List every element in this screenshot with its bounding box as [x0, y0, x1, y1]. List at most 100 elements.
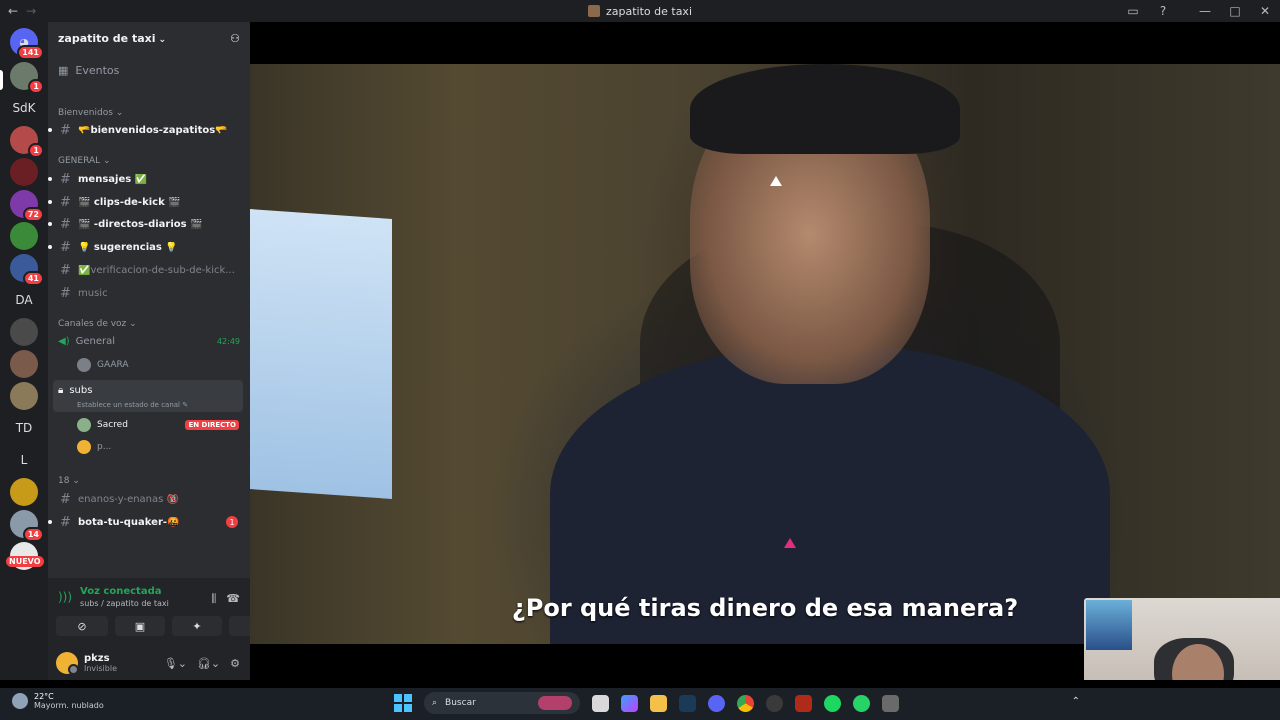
- search-highlight-icon: [538, 696, 572, 710]
- calculator-icon[interactable]: [882, 694, 899, 712]
- microphone-icon[interactable]: 🎙︎⌄: [164, 657, 187, 670]
- server-td[interactable]: TD: [10, 414, 38, 442]
- camera-off-button[interactable]: ⊘: [56, 616, 108, 636]
- copilot-icon[interactable]: [621, 694, 638, 712]
- selected-pill: [0, 70, 3, 90]
- hand-cursor-icon: [770, 176, 782, 186]
- channel-mensajes[interactable]: # mensajes ✅: [48, 169, 244, 189]
- tray-chevron-icon[interactable]: ⌃: [1072, 696, 1080, 707]
- server-avatar[interactable]: 1: [10, 126, 44, 158]
- voice-user-sacred[interactable]: Sacred EN DIRECTO: [77, 418, 239, 432]
- channel-music[interactable]: # music: [48, 283, 244, 303]
- category-welcome[interactable]: Bienvenidos ⌄: [58, 108, 123, 118]
- disconnect-icon[interactable]: ☎: [226, 592, 240, 606]
- dm-badge: 141: [17, 45, 44, 60]
- channel-bienvenidos[interactable]: # 🫳bienvenidos-zapatitos🫳: [48, 120, 244, 140]
- forward-button[interactable]: →: [26, 4, 36, 18]
- chevron-down-icon: ⌄: [158, 34, 167, 45]
- server-avatar[interactable]: [10, 158, 38, 186]
- server-avatar[interactable]: 41: [10, 254, 44, 286]
- server-badge: 72: [22, 207, 44, 222]
- server-sdk[interactable]: SdK: [10, 94, 38, 122]
- help-icon[interactable]: ?: [1148, 0, 1178, 22]
- minimize-button[interactable]: —: [1190, 0, 1220, 22]
- hash-icon: #: [60, 239, 71, 255]
- stream-video[interactable]: ¿Por qué tiras dinero de esa manera?: [250, 64, 1280, 644]
- voice-timer: 42:49: [216, 337, 240, 346]
- home-dm-icon[interactable]: ◕ 141: [10, 28, 44, 60]
- windows-start-icon[interactable]: [394, 694, 412, 712]
- gear-icon[interactable]: ⚙: [230, 657, 240, 670]
- headphones-icon[interactable]: 🎧︎⌄: [197, 657, 220, 670]
- activities-button[interactable]: ✦: [172, 616, 222, 636]
- spotify-icon[interactable]: [824, 694, 841, 712]
- server-l[interactable]: L: [10, 446, 38, 474]
- server-avatar[interactable]: [10, 318, 38, 346]
- poster-in-webcam: [1086, 600, 1132, 650]
- monitor-in-video: [250, 209, 392, 499]
- whatsapp-icon[interactable]: [853, 694, 870, 712]
- obs-icon[interactable]: [766, 694, 783, 712]
- category-voice[interactable]: Canales de voz ⌄: [58, 319, 137, 329]
- server-da[interactable]: DA: [10, 286, 38, 314]
- nav-buttons: ← →: [0, 4, 36, 18]
- channel-enanos[interactable]: # enanos-y-enanas 🔞: [48, 489, 244, 509]
- file-explorer-icon[interactable]: [650, 694, 667, 712]
- invite-icon[interactable]: ⚇: [230, 32, 240, 45]
- task-view-icon[interactable]: [592, 694, 609, 712]
- noise-suppression-icon[interactable]: ⫼: [211, 592, 216, 606]
- taskbar-search[interactable]: ⌕ Buscar: [424, 692, 580, 714]
- server-avatar[interactable]: [10, 382, 38, 410]
- user-avatar[interactable]: [56, 652, 79, 675]
- stream-view[interactable]: ¿Por qué tiras dinero de esa manera?: [250, 22, 1280, 680]
- screen-share-button[interactable]: ▣: [115, 616, 165, 636]
- pointer-cursor-icon: [784, 538, 796, 548]
- weather-widget[interactable]: 22°C Mayorm. nublado: [12, 692, 104, 710]
- channel-status[interactable]: Establece un estado de canal ✎: [77, 401, 188, 409]
- server-avatar[interactable]: [10, 222, 38, 250]
- voice-connection[interactable]: ))) Voz conectada subs / zapatito de tax…: [58, 586, 169, 608]
- maximize-button[interactable]: □: [1220, 0, 1250, 22]
- discord-icon[interactable]: [708, 694, 725, 712]
- steam-icon[interactable]: [679, 694, 696, 712]
- voice-channel-general[interactable]: ◀) General 42:49: [58, 336, 240, 347]
- mention-badge: 1: [226, 516, 238, 528]
- search-icon: ⌕: [432, 698, 438, 708]
- user-status: Invisible: [84, 664, 117, 673]
- channel-verificacion[interactable]: # ✅verificacion-de-sub-de-kick...: [48, 260, 244, 280]
- voice-user-gaara[interactable]: GAARA: [77, 358, 129, 372]
- server-avatar[interactable]: 14: [10, 510, 44, 542]
- channel-directos[interactable]: # 🎬 -directos-diarios 🎬: [48, 214, 244, 234]
- hash-icon: #: [60, 122, 71, 138]
- hash-icon: #: [60, 171, 71, 187]
- close-button[interactable]: ✕: [1250, 0, 1280, 22]
- category-18[interactable]: 18 ⌄: [58, 476, 80, 486]
- weather-desc: Mayorm. nublado: [34, 701, 104, 710]
- back-button[interactable]: ←: [8, 4, 18, 18]
- person-cap: [690, 64, 960, 154]
- hash-icon: #: [60, 262, 71, 278]
- new-badge: NUEVO: [6, 556, 44, 567]
- channel-sugerencias[interactable]: # 💡 sugerencias 💡: [48, 237, 244, 257]
- channel-clips[interactable]: # 🎬 clips-de-kick 🎬: [48, 192, 244, 212]
- guild-header[interactable]: zapatito de taxi ⌄ ⚇: [48, 22, 250, 54]
- chrome-icon[interactable]: [737, 694, 754, 712]
- lock-icon: 🔒︎: [58, 385, 64, 396]
- search-placeholder: Buscar: [445, 698, 476, 708]
- events-item[interactable]: ▦ Eventos: [58, 64, 119, 77]
- weather-temp: 22°C: [34, 692, 54, 701]
- server-avatar[interactable]: 1: [10, 62, 44, 94]
- dota-icon[interactable]: [795, 694, 812, 712]
- guild-name: zapatito de taxi: [58, 31, 156, 45]
- channel-bota[interactable]: # bota-tu-quaker-🤬 1: [48, 512, 244, 532]
- title-bar: ← → zapatito de taxi ▭ ? — □ ✕: [0, 0, 1280, 22]
- category-general[interactable]: GENERAL ⌄: [58, 156, 111, 166]
- server-avatar[interactable]: [10, 350, 38, 378]
- voice-channel-subs[interactable]: 🔒︎ subs: [58, 385, 92, 396]
- voice-user-p[interactable]: p...: [77, 440, 111, 454]
- window-controls: ▭ ? — □ ✕: [1118, 0, 1280, 22]
- hash-icon: #: [60, 285, 71, 301]
- inbox-icon[interactable]: ▭: [1118, 0, 1148, 22]
- server-avatar[interactable]: 72: [10, 190, 44, 222]
- server-avatar[interactable]: [10, 478, 38, 506]
